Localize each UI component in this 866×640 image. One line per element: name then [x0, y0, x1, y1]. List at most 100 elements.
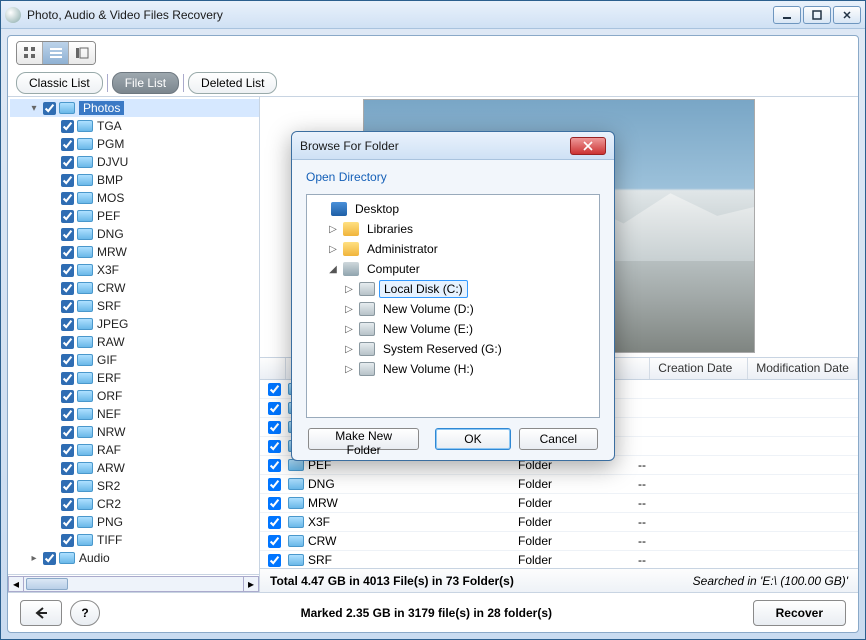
col-modified[interactable]: Modification Date [748, 358, 858, 379]
tree-checkbox[interactable] [61, 282, 74, 295]
tree-item[interactable]: SRF [10, 297, 259, 315]
collapse-icon[interactable]: ◢ [327, 264, 339, 275]
tree-root-photos[interactable]: ▾ Photos [10, 99, 259, 117]
row-checkbox[interactable] [268, 478, 281, 491]
tree-checkbox[interactable] [61, 156, 74, 169]
tree-item[interactable]: MOS [10, 189, 259, 207]
ok-button[interactable]: OK [435, 428, 510, 450]
tree-checkbox[interactable] [61, 372, 74, 385]
tree-checkbox[interactable] [61, 426, 74, 439]
scroll-left-icon[interactable]: ◂ [8, 576, 24, 592]
node-drive[interactable]: ▷System Reserved (G:) [309, 339, 597, 359]
tree-item[interactable]: PEF [10, 207, 259, 225]
tree-item[interactable]: X3F [10, 261, 259, 279]
tab-deleted-list[interactable]: Deleted List [188, 72, 277, 94]
tree-checkbox[interactable] [61, 300, 74, 313]
node-administrator[interactable]: ▷Administrator [309, 239, 597, 259]
table-row[interactable]: MRWFolder-- [260, 494, 858, 513]
tree-item[interactable]: TGA [10, 117, 259, 135]
cancel-button[interactable]: Cancel [519, 428, 598, 450]
tree-checkbox[interactable] [61, 408, 74, 421]
collapse-icon[interactable]: ▾ [28, 103, 40, 114]
expand-icon[interactable]: ▷ [343, 324, 355, 335]
row-checkbox[interactable] [268, 554, 281, 567]
view-detail-icon[interactable] [69, 42, 95, 64]
tree-item[interactable]: JPEG [10, 315, 259, 333]
tree-item[interactable]: RAF [10, 441, 259, 459]
tree-checkbox[interactable] [61, 354, 74, 367]
row-checkbox[interactable] [268, 459, 281, 472]
row-checkbox[interactable] [268, 535, 281, 548]
close-button[interactable] [833, 6, 861, 24]
tree-checkbox[interactable] [61, 462, 74, 475]
help-button[interactable]: ? [70, 600, 100, 626]
tree-checkbox[interactable] [61, 444, 74, 457]
row-checkbox[interactable] [268, 421, 281, 434]
tree-item[interactable]: SR2 [10, 477, 259, 495]
expand-icon[interactable]: ▷ [343, 364, 355, 375]
table-row[interactable]: X3FFolder-- [260, 513, 858, 532]
make-new-folder-button[interactable]: Make New Folder [308, 428, 419, 450]
dialog-titlebar[interactable]: Browse For Folder [292, 132, 614, 160]
table-row[interactable]: CRWFolder-- [260, 532, 858, 551]
node-drive[interactable]: ▷Local Disk (C:) [309, 279, 597, 299]
back-button[interactable] [20, 600, 62, 626]
tree-item[interactable]: ARW [10, 459, 259, 477]
tree-item[interactable]: NRW [10, 423, 259, 441]
tree-item[interactable]: RAW [10, 333, 259, 351]
expand-icon[interactable]: ▷ [343, 304, 355, 315]
minimize-button[interactable] [773, 6, 801, 24]
expand-icon[interactable]: ▸ [28, 553, 40, 564]
tree-item[interactable]: DNG [10, 225, 259, 243]
tree-checkbox[interactable] [61, 264, 74, 277]
tab-classic-list[interactable]: Classic List [16, 72, 103, 94]
tree-item[interactable]: TIFF [10, 531, 259, 549]
tree-checkbox[interactable] [43, 552, 56, 565]
row-checkbox[interactable] [268, 497, 281, 510]
expand-icon[interactable]: ▷ [343, 344, 355, 355]
tree-item[interactable]: GIF [10, 351, 259, 369]
horizontal-scrollbar[interactable]: ◂ ▸ [8, 574, 259, 592]
node-drive[interactable]: ▷New Volume (H:) [309, 359, 597, 379]
folder-tree[interactable]: Desktop ▷Libraries ▷Administrator ◢Compu… [306, 194, 600, 418]
tree-checkbox[interactable] [61, 336, 74, 349]
scroll-thumb[interactable] [26, 578, 68, 590]
tree-checkbox[interactable] [61, 480, 74, 493]
tree-checkbox[interactable] [61, 516, 74, 529]
tree-checkbox[interactable] [61, 138, 74, 151]
tree-item[interactable]: PGM [10, 135, 259, 153]
row-checkbox[interactable] [268, 440, 281, 453]
tree-item[interactable]: ORF [10, 387, 259, 405]
node-desktop[interactable]: Desktop [309, 199, 597, 219]
expand-icon[interactable]: ▷ [327, 244, 339, 255]
recover-button[interactable]: Recover [753, 600, 846, 626]
tree-checkbox[interactable] [61, 390, 74, 403]
table-row[interactable]: SRFFolder-- [260, 551, 858, 568]
tree-checkbox[interactable] [61, 192, 74, 205]
tree-checkbox[interactable] [43, 102, 56, 115]
tree-item[interactable]: ERF [10, 369, 259, 387]
scroll-right-icon[interactable]: ▸ [243, 576, 259, 592]
tree-checkbox[interactable] [61, 498, 74, 511]
tree-item[interactable]: DJVU [10, 153, 259, 171]
col-created[interactable]: Creation Date [650, 358, 748, 379]
tree-checkbox[interactable] [61, 318, 74, 331]
tree-item[interactable]: CR2 [10, 495, 259, 513]
tree-checkbox[interactable] [61, 246, 74, 259]
node-computer[interactable]: ◢Computer [309, 259, 597, 279]
tree-item[interactable]: PNG [10, 513, 259, 531]
tree-checkbox[interactable] [61, 534, 74, 547]
tree-root-audio[interactable]: ▸ Audio [10, 549, 259, 567]
expand-icon[interactable]: ▷ [327, 224, 339, 235]
scroll-track[interactable] [24, 576, 243, 592]
tree-checkbox[interactable] [61, 174, 74, 187]
tree-checkbox[interactable] [61, 228, 74, 241]
view-list-icon[interactable] [43, 42, 69, 64]
dialog-close-button[interactable] [570, 137, 606, 155]
tree-checkbox[interactable] [61, 210, 74, 223]
node-drive[interactable]: ▷New Volume (D:) [309, 299, 597, 319]
view-grid-icon[interactable] [17, 42, 43, 64]
tree-item[interactable]: BMP [10, 171, 259, 189]
tree-item[interactable]: NEF [10, 405, 259, 423]
expand-icon[interactable]: ▷ [343, 284, 355, 295]
